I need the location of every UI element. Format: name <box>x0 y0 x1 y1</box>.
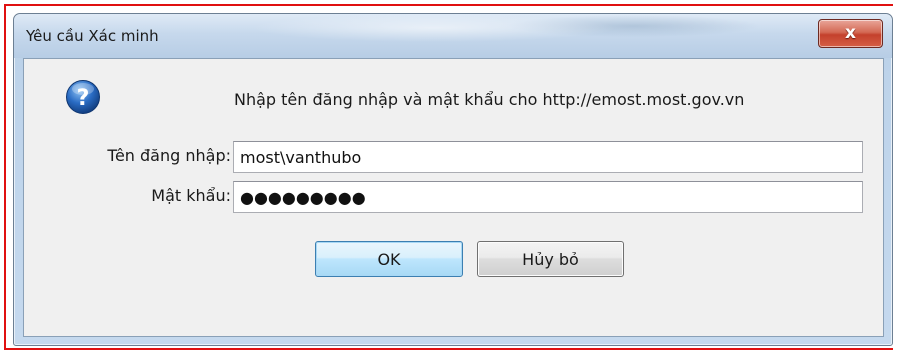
close-button[interactable]: x <box>818 19 883 48</box>
authentication-dialog: Yêu cầu Xác minh x ? Nhập tên đăng nhập … <box>13 13 893 346</box>
dialog-body: ? Nhập tên đăng nhập và mật khẩu cho htt… <box>23 58 884 337</box>
username-input[interactable] <box>233 141 863 173</box>
close-icon: x <box>845 23 856 43</box>
password-label: Mật khẩu: <box>151 186 231 205</box>
question-mark-icon: ? <box>66 80 100 114</box>
svg-text:?: ? <box>77 86 90 111</box>
username-label: Tên đăng nhập: <box>107 146 231 165</box>
dialog-message: Nhập tên đăng nhập và mật khẩu cho http:… <box>234 90 745 109</box>
title-bar[interactable]: Yêu cầu Xác minh x <box>14 14 892 58</box>
cancel-button[interactable]: Hủy bỏ <box>477 241 624 277</box>
password-input[interactable] <box>233 181 863 213</box>
window-title: Yêu cầu Xác minh <box>26 27 159 45</box>
ok-button[interactable]: OK <box>315 241 463 277</box>
